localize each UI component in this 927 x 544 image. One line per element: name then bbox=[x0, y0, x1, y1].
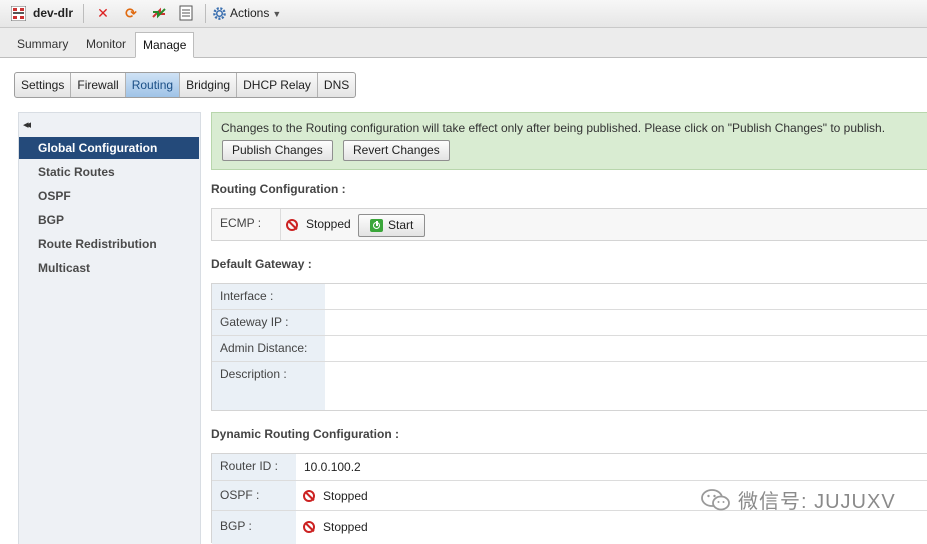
interface-label: Interface : bbox=[212, 284, 325, 309]
start-label: Start bbox=[388, 218, 414, 232]
gateway-ip-label: Gateway IP : bbox=[212, 310, 325, 335]
manage-subtabs: Settings Firewall Routing Bridging DHCP … bbox=[14, 72, 357, 98]
toolbar-divider bbox=[205, 4, 206, 23]
publish-banner: Changes to the Routing configuration wil… bbox=[211, 112, 927, 170]
collapse-sidebar-icon[interactable]: ◂◂ bbox=[23, 118, 31, 131]
router-id-label: Router ID : bbox=[212, 454, 296, 480]
default-gateway-heading: Default Gateway : bbox=[211, 257, 312, 271]
bgp-label: BGP : bbox=[212, 511, 296, 544]
watermark: 微信号: JUJUXV bbox=[700, 485, 896, 514]
tab-manage[interactable]: Manage bbox=[135, 32, 195, 58]
stopped-icon bbox=[286, 219, 298, 231]
admin-distance-row: Admin Distance: bbox=[212, 336, 927, 362]
delete-icon[interactable]: ✕ bbox=[95, 5, 111, 21]
gear-icon bbox=[213, 7, 226, 21]
gateway-ip-row: Gateway IP : bbox=[212, 310, 927, 336]
sidebar-item-static-routes[interactable]: Static Routes bbox=[19, 161, 199, 183]
ecmp-divider bbox=[280, 209, 281, 240]
chevron-down-icon: ▼ bbox=[272, 9, 282, 19]
actions-menu-button[interactable]: Actions ▼ bbox=[212, 5, 281, 21]
dynamic-routing-heading: Dynamic Routing Configuration : bbox=[211, 427, 399, 441]
title-bar: dev-dlr ✕ ⟳ Actions ▼ bbox=[0, 0, 927, 28]
subtab-dns[interactable]: DNS bbox=[318, 73, 355, 97]
ospf-status: Stopped bbox=[323, 489, 368, 503]
object-title: dev-dlr bbox=[33, 6, 74, 20]
tab-monitor[interactable]: Monitor bbox=[79, 33, 133, 55]
power-icon bbox=[370, 219, 383, 233]
banner-message: Changes to the Routing configuration wil… bbox=[221, 121, 886, 135]
ospf-label: OSPF : bbox=[212, 481, 296, 510]
main-tabs: Summary Monitor Manage bbox=[0, 28, 927, 58]
subtab-firewall[interactable]: Firewall bbox=[71, 73, 126, 97]
tab-summary[interactable]: Summary bbox=[10, 33, 75, 55]
subtab-settings[interactable]: Settings bbox=[15, 73, 72, 97]
stopped-icon bbox=[303, 490, 315, 502]
redeploy-icon[interactable] bbox=[151, 5, 167, 21]
subtab-routing[interactable]: Routing bbox=[125, 73, 181, 97]
sidebar-item-bgp[interactable]: BGP bbox=[19, 209, 199, 231]
admin-distance-label: Admin Distance: bbox=[212, 336, 325, 361]
stopped-icon bbox=[303, 521, 315, 533]
routing-sidebar: ◂◂ Global Configuration Static Routes OS… bbox=[18, 112, 201, 544]
default-gateway-panel: Interface : Gateway IP : Admin Distance:… bbox=[211, 283, 927, 411]
watermark-text: 微信号: JUJUXV bbox=[738, 491, 896, 513]
bgp-status: Stopped bbox=[323, 520, 368, 534]
ecmp-row: ECMP : Stopped Start bbox=[212, 209, 927, 240]
subtab-dhcp-relay[interactable]: DHCP Relay bbox=[237, 73, 318, 97]
description-label: Description : bbox=[212, 362, 325, 410]
notes-icon[interactable] bbox=[178, 5, 194, 21]
sidebar-item-ospf[interactable]: OSPF bbox=[19, 185, 199, 207]
subtab-bridging[interactable]: Bridging bbox=[180, 73, 238, 97]
refresh-icon[interactable]: ⟳ bbox=[123, 5, 139, 21]
ecmp-status: Stopped bbox=[306, 217, 351, 231]
routing-configuration-heading: Routing Configuration : bbox=[211, 182, 346, 196]
bgp-status-row: BGP : Stopped bbox=[212, 511, 927, 544]
router-icon bbox=[11, 6, 26, 21]
ecmp-label: ECMP : bbox=[220, 216, 262, 230]
toolbar-divider bbox=[83, 4, 84, 23]
interface-row: Interface : bbox=[212, 284, 927, 310]
sidebar-item-multicast[interactable]: Multicast bbox=[19, 257, 199, 279]
actions-label: Actions bbox=[230, 6, 270, 20]
sidebar-item-route-redistribution[interactable]: Route Redistribution bbox=[19, 233, 199, 255]
router-id-value: 10.0.100.2 bbox=[304, 460, 361, 474]
publish-changes-button[interactable]: Publish Changes bbox=[222, 140, 333, 161]
revert-changes-button[interactable]: Revert Changes bbox=[343, 140, 450, 161]
sidebar-item-global-configuration[interactable]: Global Configuration bbox=[19, 137, 199, 159]
ecmp-panel: ECMP : Stopped Start bbox=[211, 208, 927, 241]
wechat-icon bbox=[701, 488, 730, 510]
description-row: Description : bbox=[212, 362, 927, 410]
ecmp-start-button[interactable]: Start bbox=[358, 214, 426, 237]
router-id-row: Router ID : 10.0.100.2 bbox=[212, 454, 927, 481]
